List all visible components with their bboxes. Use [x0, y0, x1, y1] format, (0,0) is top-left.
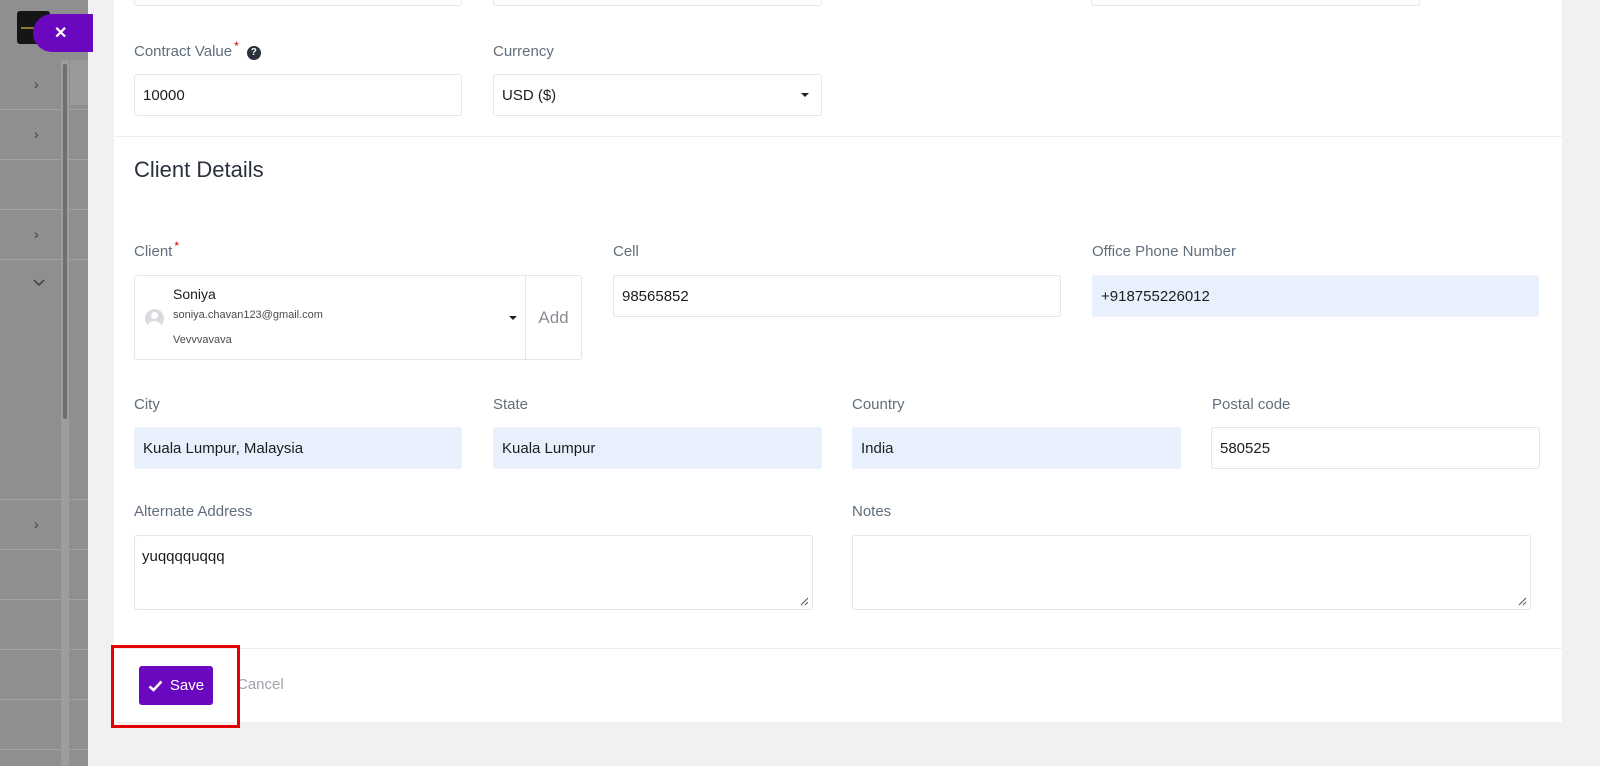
contract-value-label: Contract Value *?: [134, 39, 261, 60]
sidebar-item-6[interactable]: ›: [0, 500, 88, 550]
required-mark: *: [234, 39, 239, 53]
sidebar-item-10[interactable]: [0, 700, 88, 750]
chevron-right-icon: ›: [34, 126, 39, 142]
chevron-right-icon: ›: [34, 76, 39, 92]
country-label: Country: [852, 396, 905, 413]
chevron-right-icon: ›: [34, 516, 39, 532]
notes-textarea[interactable]: [852, 535, 1531, 610]
sidebar-item-2[interactable]: ›: [0, 110, 88, 160]
resize-handle-icon[interactable]: [800, 597, 809, 606]
sidebar: › › › ›: [0, 0, 88, 766]
top-field-3[interactable]: [1091, 0, 1420, 6]
postal-code-label: Postal code: [1212, 396, 1291, 413]
alternate-address-textarea[interactable]: yuqqqquqqq: [134, 535, 813, 610]
sidebar-scrollbar-thumb[interactable]: [63, 64, 67, 419]
client-company: Vevvvavava: [173, 334, 232, 346]
cancel-link[interactable]: Cancel: [237, 676, 284, 693]
section-title: Client Details: [134, 157, 264, 182]
page-background: [88, 722, 1600, 766]
required-mark: *: [174, 239, 180, 253]
postal-code-input[interactable]: 580525: [1211, 427, 1540, 469]
city-label: City: [134, 396, 160, 413]
client-name: Soniya: [173, 286, 216, 302]
close-icon: ✕: [54, 25, 68, 42]
notes-label: Notes: [852, 503, 892, 520]
sidebar-item-8[interactable]: [0, 600, 88, 650]
caret-down-icon: [801, 93, 809, 97]
sidebar-item-1[interactable]: ›: [0, 60, 88, 110]
sidebar-item-3[interactable]: [0, 160, 88, 210]
country-input[interactable]: India: [852, 427, 1181, 469]
top-field-2[interactable]: [493, 0, 822, 6]
chevron-down-icon: [33, 279, 45, 287]
client-select[interactable]: Soniya soniya.chavan123@gmail.com Vevvva…: [134, 275, 582, 360]
client-dropdown[interactable]: Soniya soniya.chavan123@gmail.com Vevvva…: [135, 276, 525, 359]
question-circle-icon[interactable]: ?: [246, 46, 261, 60]
sidebar-item-9[interactable]: [0, 650, 88, 700]
state-input[interactable]: Kuala Lumpur: [493, 427, 822, 469]
cell-label: Cell: [613, 243, 639, 260]
close-modal-button[interactable]: ✕: [33, 14, 93, 52]
sidebar-item-7[interactable]: [0, 550, 88, 600]
caret-down-icon: [509, 315, 517, 320]
state-label: State: [493, 396, 529, 413]
alternate-address-label: Alternate Address: [134, 503, 253, 520]
cell-input[interactable]: 98565852: [613, 275, 1061, 317]
contract-value-input[interactable]: 10000: [134, 74, 462, 116]
city-input[interactable]: Kuala Lumpur, Malaysia: [134, 427, 462, 469]
currency-label: Currency: [493, 43, 554, 60]
sidebar-item-5[interactable]: [0, 260, 88, 500]
client-email: soniya.chavan123@gmail.com: [173, 309, 323, 321]
office-phone-input[interactable]: +918755226012: [1092, 275, 1539, 317]
currency-select[interactable]: USD ($): [493, 74, 822, 116]
highlight-box: [111, 645, 240, 728]
office-phone-label: Office Phone Number: [1092, 243, 1236, 260]
sidebar-item-4[interactable]: ›: [0, 210, 88, 260]
avatar: [145, 309, 164, 328]
footer-divider: [114, 648, 1562, 649]
resize-handle-icon[interactable]: [1518, 597, 1527, 606]
client-label: Client *: [134, 239, 180, 260]
add-client-button[interactable]: Add: [525, 276, 581, 359]
chevron-right-icon: ›: [34, 226, 39, 242]
top-field-1[interactable]: [134, 0, 462, 6]
section-divider: [114, 136, 1562, 137]
